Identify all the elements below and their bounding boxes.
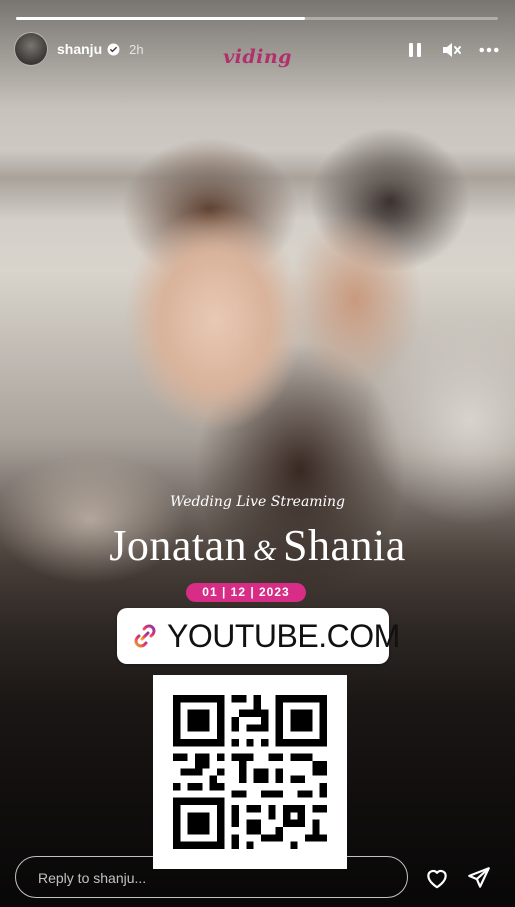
story-controls bbox=[405, 40, 499, 60]
pause-icon[interactable] bbox=[405, 40, 425, 60]
send-icon[interactable] bbox=[466, 865, 492, 891]
speaker-muted-icon[interactable] bbox=[442, 40, 462, 60]
more-horizontal-icon[interactable] bbox=[479, 40, 499, 60]
name-right: Shania bbox=[282, 521, 406, 570]
name-left: Jonatan bbox=[109, 521, 248, 570]
event-date-badge: 01 | 12 | 2023 bbox=[186, 583, 306, 602]
story-progress-fill bbox=[16, 17, 306, 20]
link-sticker-text: YOUTUBE.COM bbox=[167, 617, 400, 654]
reply-box[interactable] bbox=[15, 856, 408, 899]
reply-input[interactable] bbox=[36, 857, 390, 899]
couple-names: Jonatan & Shania bbox=[0, 520, 515, 571]
event-subtitle: Wedding Live Streaming bbox=[169, 494, 346, 510]
heart-icon[interactable] bbox=[424, 865, 450, 891]
link-icon bbox=[129, 620, 161, 652]
story-progress-bar bbox=[16, 17, 498, 20]
qr-code bbox=[153, 675, 347, 869]
ampersand: & bbox=[253, 534, 277, 567]
link-sticker[interactable]: YOUTUBE.COM bbox=[117, 608, 400, 664]
